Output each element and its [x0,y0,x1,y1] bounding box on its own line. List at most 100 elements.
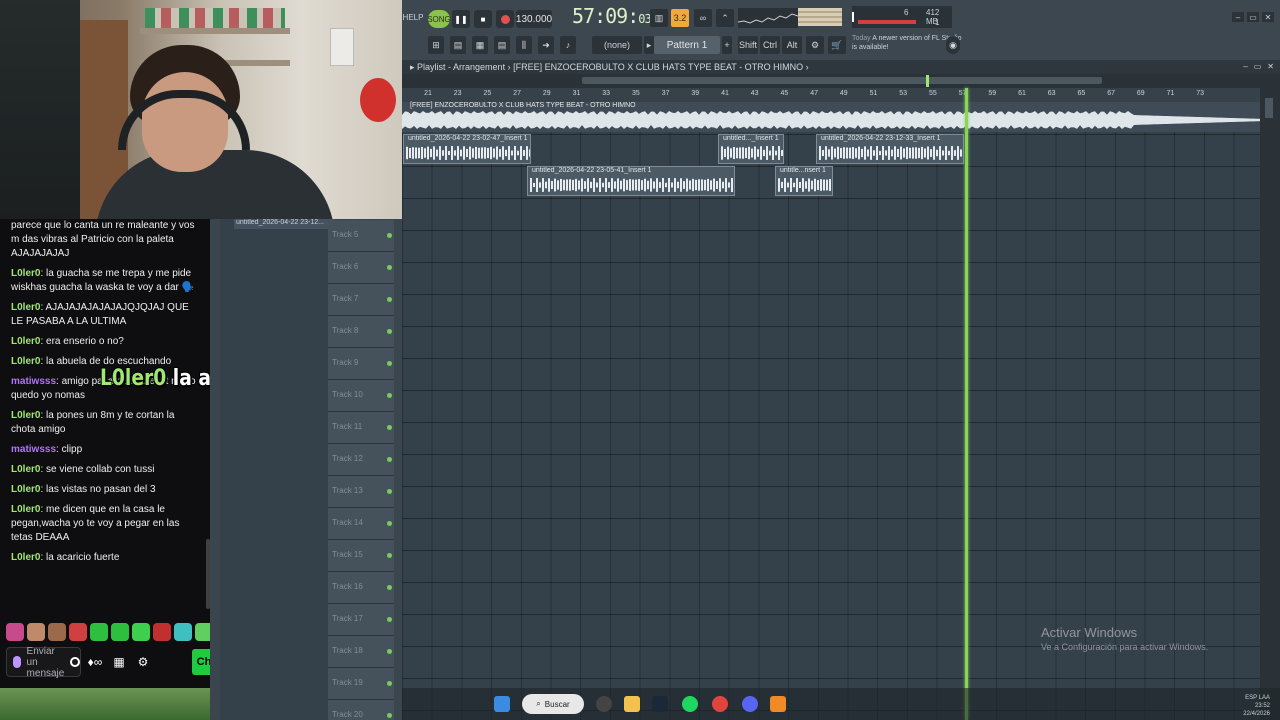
chat-username[interactable]: L0ler0 [11,356,40,367]
pattern-add-icon[interactable]: + [722,36,732,54]
typing-keyboard-icon[interactable]: ▥ [650,9,668,27]
chat-username[interactable]: L0ler0 [11,410,40,421]
chat-username[interactable]: L0ler0 [11,484,40,495]
emote-icon[interactable] [132,623,150,641]
update-icon[interactable]: ◉ [946,36,960,54]
piano-roll-icon[interactable]: ▦ [472,36,488,54]
snap-select[interactable]: (none) [592,36,642,54]
system-tray[interactable]: ESP LAA 23:52 22/4/2026 [1243,694,1270,718]
chat-username[interactable]: L0ler0 [11,302,40,313]
step-sequencer-icon[interactable]: ▤ [450,36,466,54]
playlist-horizontal-scroll[interactable] [402,74,1280,88]
track-header[interactable]: Track 10 [328,380,394,412]
taskbar-search[interactable]: ⌕ Buscar [522,694,584,714]
browser-clip-item[interactable]: untitled_2026-04-22 23-12... [234,219,334,229]
track-header[interactable]: Track 19 [328,668,394,700]
track-header[interactable]: Track 16 [328,572,394,604]
minimize-icon[interactable]: – [1243,60,1247,74]
record-button[interactable] [496,10,514,28]
track-header[interactable]: Track 14 [328,508,394,540]
track-header[interactable]: Track 8 [328,316,394,348]
steam-icon[interactable] [652,696,668,712]
track-mute-led[interactable] [387,649,392,654]
playlist-icon[interactable]: ⊞ [428,36,444,54]
maximize-icon[interactable]: ▭ [1254,60,1262,74]
spotify-icon[interactable] [682,696,698,712]
chat-username[interactable]: matiwsss [11,444,56,455]
track-header[interactable]: Track 12 [328,444,394,476]
chat-username[interactable]: L0ler0 [11,268,40,279]
close-icon[interactable]: ✕ [1262,12,1274,22]
track-mute-led[interactable] [387,489,392,494]
track-header[interactable]: Track 20 [328,700,394,720]
song-position[interactable]: 57:09:03 [572,4,652,28]
track-mute-led[interactable] [387,713,392,718]
track-mute-led[interactable] [387,585,392,590]
step-edit-button[interactable]: 3.2 [671,9,689,27]
pattern-prev-icon[interactable]: ▸ [644,36,654,54]
mic-icon[interactable] [13,656,21,668]
chat-username[interactable]: L0ler0 [11,464,40,475]
stop-button[interactable]: ■ [474,10,492,28]
app-icon[interactable] [596,696,612,712]
chrome-icon[interactable] [712,696,728,712]
playhead[interactable] [965,88,968,720]
track-mute-led[interactable] [387,361,392,366]
timeline-ruler[interactable]: 21 23 25 27 29 31 33 35 37 39 41 43 45 47 49 51 53 55 57 59… [402,88,1260,102]
emote-icon[interactable] [174,623,192,641]
track-mute-led[interactable] [387,265,392,270]
arrow-icon[interactable]: ➜ [538,36,554,54]
fl-studio-icon[interactable] [770,696,786,712]
track-header[interactable]: Track 18 [328,636,394,668]
file-explorer-icon[interactable] [624,696,640,712]
emote-icon[interactable] [111,623,129,641]
shop-icon[interactable]: 🛒 [828,36,846,54]
emote-icon[interactable] [6,623,24,641]
scroll-thumb[interactable] [582,77,1102,84]
emote-icon[interactable] [27,623,45,641]
track-mute-led[interactable] [387,393,392,398]
song-mode-toggle[interactable]: SONG [427,10,451,28]
store-icon[interactable]: ▦ [109,655,129,669]
track-mute-led[interactable] [387,457,392,462]
mixer-icon[interactable]: ⫼ [516,36,532,54]
discord-icon[interactable] [742,696,758,712]
browser-icon[interactable]: ▤ [494,36,510,54]
wait-input-icon[interactable]: ⌃ [716,9,734,27]
track-header[interactable]: Track 11 [328,412,394,444]
browser-panel[interactable]: untitled_2026-04-22 23-12... [220,219,334,720]
metronome-icon[interactable]: ∞ [694,9,712,27]
audio-clip[interactable]: untitled..._Insert 1 [718,134,784,164]
track-mute-led[interactable] [387,233,392,238]
track-header[interactable]: Track 6 [328,252,394,284]
chat-username[interactable]: L0ler0 [11,552,40,563]
audio-clip[interactable]: untitled_2026-04-22 23-12-33_Insert 1 [816,134,964,164]
tempo-display[interactable]: 130.000 [516,10,552,28]
chat-username[interactable]: L0ler0 [11,504,40,515]
chat-input[interactable]: Enviar un mensaje [6,646,81,679]
track-header[interactable]: Track 7 [328,284,394,316]
track-header[interactable]: Track 5 [328,220,394,252]
audio-clip-master[interactable]: [FREE] ENZOCEROBULTO X CLUB HATS TYPE BE… [402,102,1260,132]
shift-modifier[interactable]: Shift [738,36,758,54]
windows-start-icon[interactable] [494,696,510,712]
track-mute-led[interactable] [387,329,392,334]
gear-icon[interactable]: ⚙ [133,655,153,669]
maximize-icon[interactable]: ▭ [1247,12,1259,22]
chat-username[interactable]: matiwsss [11,376,56,387]
pause-button[interactable]: ❚❚ [452,10,470,28]
pattern-selector[interactable]: Pattern 1 [654,36,720,54]
audio-clip[interactable]: untitle...nsert 1 [775,166,833,196]
track-mute-led[interactable] [387,617,392,622]
track-mute-led[interactable] [387,297,392,302]
track-header[interactable]: Track 9 [328,348,394,380]
emote-icon[interactable] [153,623,171,641]
track-mute-led[interactable] [387,553,392,558]
alt-modifier[interactable]: Alt [782,36,802,54]
scroll-thumb[interactable] [1265,98,1273,118]
loop-marker[interactable] [926,75,929,87]
track-header[interactable]: Track 17 [328,604,394,636]
track-header[interactable]: Track 15 [328,540,394,572]
track-mute-led[interactable] [387,681,392,686]
bits-icon[interactable]: ♦∞ [85,655,105,669]
